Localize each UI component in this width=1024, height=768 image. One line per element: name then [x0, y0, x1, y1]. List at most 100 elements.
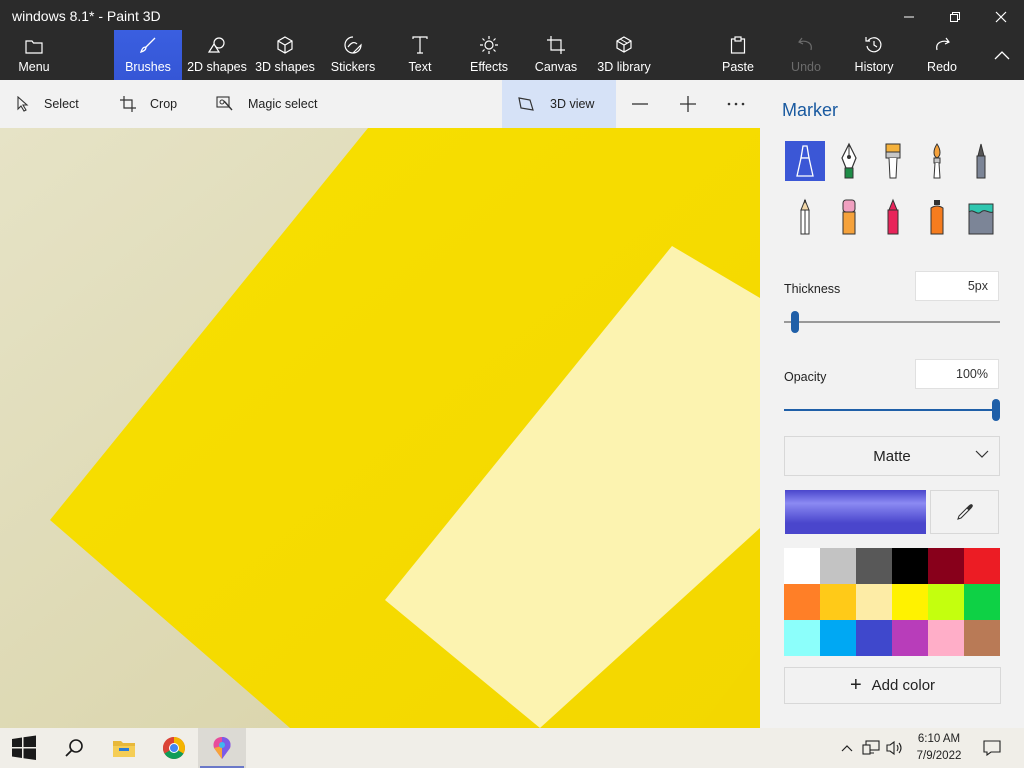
paint3d-icon	[213, 737, 231, 759]
history-button[interactable]: History	[850, 30, 898, 80]
brush-icon	[139, 37, 156, 54]
add-color-button[interactable]: + Add color	[784, 667, 1001, 704]
opacity-input[interactable]: 100%	[915, 359, 999, 389]
network-button[interactable]	[860, 728, 882, 768]
color-swatch[interactable]	[820, 620, 856, 656]
network-icon	[862, 740, 880, 755]
chrome-icon	[163, 737, 185, 759]
3d-view-button[interactable]: 3D view	[502, 80, 616, 128]
menu-button[interactable]: Menu	[0, 30, 68, 80]
thickness-slider-thumb[interactable]	[790, 311, 799, 333]
color-swatch[interactable]	[964, 620, 1000, 656]
undo-button[interactable]: Undo	[784, 30, 828, 80]
color-swatch[interactable]	[892, 584, 928, 620]
eraser-tool[interactable]	[829, 197, 869, 237]
notification-icon	[983, 740, 1001, 756]
pixel-pen-tool[interactable]	[961, 141, 1001, 181]
thickness-input[interactable]: 5px	[915, 271, 999, 301]
color-swatch[interactable]	[856, 548, 892, 584]
zoom-out-button[interactable]	[630, 80, 650, 128]
pencil-tool[interactable]	[785, 197, 825, 237]
drawing-canvas[interactable]	[0, 128, 760, 728]
search-button[interactable]	[50, 728, 98, 768]
watercolor-tool[interactable]	[917, 141, 957, 181]
calligraphy-pen-icon	[841, 142, 857, 179]
tab-effects[interactable]: Effects	[464, 30, 514, 80]
tab-3d-library[interactable]: 3D library	[596, 30, 652, 80]
volume-button[interactable]	[884, 728, 906, 768]
show-hidden-icons-button[interactable]	[836, 728, 858, 768]
more-options-button[interactable]	[726, 80, 746, 128]
redo-button[interactable]: Redo	[920, 30, 964, 80]
crop-icon	[120, 96, 136, 112]
tab-text[interactable]: Text	[396, 30, 444, 80]
color-swatch[interactable]	[928, 584, 964, 620]
finish-dropdown[interactable]: Matte	[784, 436, 1000, 476]
text-label: Text	[408, 60, 432, 74]
3d-view-icon	[518, 97, 534, 111]
current-color-swatch[interactable]	[785, 490, 926, 534]
color-swatch[interactable]	[892, 620, 928, 656]
cursor-icon	[17, 96, 29, 112]
maximize-button[interactable]	[932, 0, 978, 34]
crayon-tool[interactable]	[873, 197, 913, 237]
clock-date: 7/9/2022	[916, 750, 962, 762]
tab-canvas[interactable]: Canvas	[530, 30, 582, 80]
color-swatch[interactable]	[784, 548, 820, 584]
color-swatch[interactable]	[928, 620, 964, 656]
minimize-button[interactable]	[886, 0, 932, 34]
select-button[interactable]: Select	[16, 80, 79, 128]
color-swatch[interactable]	[856, 584, 892, 620]
fill-bucket-tool[interactable]	[961, 197, 1001, 237]
file-explorer-button[interactable]	[100, 728, 148, 768]
action-center-button[interactable]	[976, 728, 1008, 768]
close-button[interactable]	[978, 0, 1024, 34]
color-swatch[interactable]	[964, 548, 1000, 584]
close-icon	[995, 11, 1007, 23]
zoom-in-button[interactable]	[678, 80, 698, 128]
color-swatch[interactable]	[964, 584, 1000, 620]
canvas-label: Canvas	[534, 60, 578, 74]
color-swatch[interactable]	[784, 584, 820, 620]
tab-3d-shapes[interactable]: 3D shapes	[252, 30, 318, 80]
ellipsis-icon	[727, 102, 745, 106]
menu-label: Menu	[18, 60, 50, 74]
spray-can-tool[interactable]	[917, 197, 957, 237]
plus-icon	[680, 96, 696, 112]
canvas-image	[0, 128, 760, 728]
oil-brush-tool[interactable]	[873, 141, 913, 181]
taskbar: 6:10 AM 7/9/2022	[0, 728, 1024, 768]
paste-button[interactable]: Paste	[716, 30, 760, 80]
marker-tool[interactable]	[785, 141, 825, 181]
start-button[interactable]	[0, 728, 48, 768]
color-swatch[interactable]	[892, 548, 928, 584]
system-clock[interactable]: 6:10 AM 7/9/2022	[908, 731, 970, 765]
tab-2d-shapes[interactable]: 2D shapes	[184, 30, 250, 80]
color-swatch[interactable]	[928, 548, 964, 584]
panel-title: Marker	[782, 100, 839, 120]
color-swatch[interactable]	[820, 548, 856, 584]
opacity-slider[interactable]	[784, 409, 1000, 411]
calligraphy-pen-tool[interactable]	[829, 141, 869, 181]
magic-select-button[interactable]: Magic select	[216, 80, 317, 128]
magic-select-icon	[216, 96, 233, 111]
tab-stickers[interactable]: Stickers	[326, 30, 380, 80]
thickness-slider[interactable]	[784, 321, 1000, 323]
chrome-button[interactable]	[150, 728, 198, 768]
history-label: History	[854, 60, 894, 74]
collapse-ribbon-button[interactable]	[980, 30, 1024, 80]
effects-label: Effects	[470, 60, 508, 74]
history-icon	[865, 37, 882, 53]
eyedropper-icon	[956, 504, 973, 520]
crop-button[interactable]: Crop	[120, 80, 177, 128]
paint3d-taskbar-button[interactable]	[198, 728, 246, 768]
color-palette	[784, 548, 1000, 656]
opacity-slider-thumb[interactable]	[992, 399, 1000, 421]
color-swatch[interactable]	[784, 620, 820, 656]
maximize-icon	[950, 12, 960, 22]
color-swatch[interactable]	[820, 584, 856, 620]
eyedropper-button[interactable]	[930, 490, 999, 534]
tab-brushes[interactable]: Brushes	[114, 30, 182, 80]
3d-cube-icon	[277, 36, 293, 54]
color-swatch[interactable]	[856, 620, 892, 656]
